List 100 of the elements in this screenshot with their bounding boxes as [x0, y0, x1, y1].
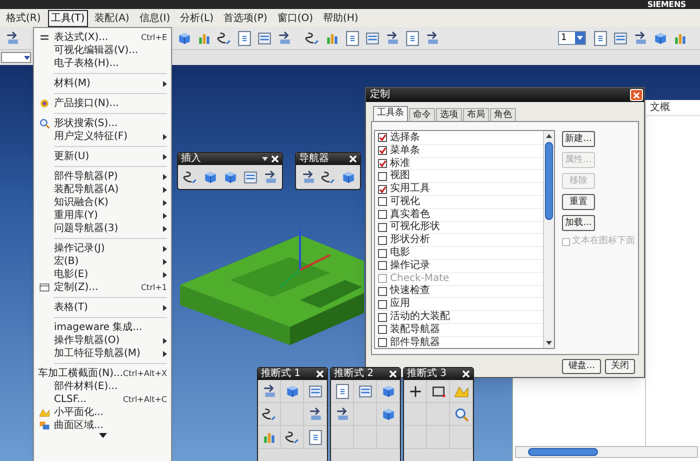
axes-icon — [279, 230, 330, 288]
tab[interactable]: 布局 — [463, 108, 489, 121]
list-item[interactable]: 形状分析 — [375, 234, 543, 248]
checkbox-label: 文本在图标下面 — [572, 236, 635, 247]
menu-item[interactable]: 装配导航器(A) — [34, 183, 171, 196]
list-item[interactable]: 应用 — [375, 298, 543, 312]
menu-item[interactable]: CLSF... Ctrl+Alt+C — [34, 393, 171, 406]
menu-item[interactable]: 分析(L) — [177, 10, 216, 26]
layer-dropdown[interactable]: 1 — [558, 31, 586, 45]
menu-item[interactable]: 操作记录(J) — [34, 242, 171, 255]
list-item-label: 活动的大装配 — [390, 311, 450, 324]
list-item[interactable]: 快速检查 — [375, 286, 543, 298]
menu-item[interactable]: 信息(I) — [136, 10, 174, 26]
scroll-down-arrow-icon[interactable] — [546, 341, 552, 345]
checkbox[interactable] — [378, 338, 387, 348]
close-icon[interactable] — [316, 370, 324, 378]
caret-icon[interactable] — [262, 157, 268, 161]
scrollbar-thumb[interactable] — [545, 142, 553, 220]
menu-item[interactable]: 表格(T) — [34, 301, 171, 314]
list-item[interactable]: 装配导航器 — [375, 324, 543, 337]
list-item[interactable]: 真实着色 — [375, 208, 543, 222]
checkbox[interactable] — [378, 236, 387, 245]
scrollbar-thumb[interactable] — [528, 448, 598, 456]
menu-item[interactable]: 重用库(Y) — [34, 209, 171, 222]
checkbox[interactable] — [378, 146, 387, 156]
horizontal-scrollbar[interactable] — [515, 446, 698, 458]
menu-item[interactable]: 可视化编辑器(V)... — [34, 44, 171, 57]
menu-item[interactable]: 小平面化... — [34, 406, 171, 419]
checkbox[interactable] — [378, 184, 387, 194]
menu-item[interactable]: 形状搜索(S)... — [34, 117, 171, 130]
checkbox[interactable] — [378, 210, 387, 220]
list-item[interactable]: 可视化形状 — [375, 222, 543, 234]
menu-item[interactable]: 宏(B) — [34, 255, 171, 268]
menu-item[interactable]: 表达式(X)... Ctrl+E — [34, 31, 171, 44]
list-item[interactable]: 操作记录 — [375, 260, 543, 273]
menu-item[interactable]: 用户定义特征(F) — [34, 130, 171, 143]
menu-item[interactable]: 更新(U) — [34, 150, 171, 163]
dialog-button[interactable]: 新建... — [562, 131, 595, 147]
tab[interactable]: 工具条 — [373, 106, 408, 121]
checkbox[interactable] — [378, 222, 387, 232]
list-item[interactable]: 可视化 — [375, 196, 543, 209]
close-icon[interactable] — [462, 370, 470, 378]
checkbox[interactable] — [378, 172, 387, 181]
menu-item[interactable]: 产品接口(N)... — [34, 97, 171, 110]
list-item[interactable]: 活动的大装配 — [375, 311, 543, 324]
menu-item[interactable]: 操作导航器(O) — [34, 334, 171, 347]
menu-item[interactable]: 车加工横截面(N)...Ctrl+Alt+X — [34, 367, 171, 380]
tab[interactable]: 角色 — [490, 108, 516, 121]
menu-item[interactable]: 首选项(P) — [220, 10, 270, 26]
list-item[interactable]: 实用工具 — [375, 183, 543, 196]
checkbox[interactable] — [378, 158, 387, 168]
menu-item[interactable]: imageware 集成... — [34, 321, 171, 334]
vertical-scrollbar[interactable] — [543, 131, 554, 348]
checkbox[interactable] — [378, 286, 387, 296]
menu-item[interactable]: 加工特征导航器(M) — [34, 347, 171, 360]
column-header: 文概 — [649, 100, 670, 115]
menu-item[interactable]: 部件导航器(P) — [34, 170, 171, 183]
dialog-button[interactable]: 重置 — [562, 194, 595, 210]
submenu-arrow-icon — [163, 186, 167, 192]
menu-item[interactable]: 电影(E) — [34, 268, 171, 281]
submenu-arrow-icon — [163, 134, 167, 140]
close-icon[interactable] — [389, 370, 397, 378]
close-icon[interactable] — [271, 155, 279, 163]
selection-dropdown[interactable] — [1, 52, 31, 63]
dialog-button[interactable]: 加载... — [562, 215, 595, 231]
menu-item[interactable]: 定制(Z)... Ctrl+1 — [34, 281, 171, 294]
tab[interactable]: 选项 — [436, 108, 462, 121]
tab[interactable]: 命令 — [409, 108, 435, 121]
menu-item[interactable]: 曲面区域... — [34, 419, 171, 432]
scroll-down-arrow-icon[interactable] — [98, 433, 106, 438]
menu-item[interactable]: 装配(A) — [92, 10, 132, 26]
menu-item[interactable]: 问题导航器(3) — [34, 222, 171, 235]
menu-item[interactable]: 部件材料(E)... — [34, 380, 171, 393]
checkbox[interactable] — [378, 300, 387, 309]
sketch-icon — [216, 30, 232, 46]
checkbox[interactable] — [378, 312, 387, 322]
arrow-icon — [384, 30, 400, 46]
menu-item[interactable]: 工具(T) — [48, 10, 88, 26]
menu-item[interactable]: 窗口(O) — [274, 10, 316, 26]
scroll-up-arrow-icon[interactable] — [546, 134, 552, 138]
menu-item[interactable]: 知识融合(K) — [34, 196, 171, 209]
close-button[interactable] — [630, 89, 643, 101]
checkbox[interactable] — [378, 133, 387, 142]
dialog-button[interactable]: 键盘... — [562, 358, 601, 374]
list-item[interactable]: 菜单条 — [375, 144, 543, 158]
menu-item[interactable]: 格式(R) — [3, 10, 44, 26]
list-item[interactable]: 标准 — [375, 158, 543, 170]
menu-item[interactable]: 材料(M) — [34, 77, 171, 90]
shortcut-label: Ctrl+Alt+C — [122, 394, 167, 406]
dialog-button[interactable]: 关闭 — [605, 358, 635, 374]
list-item[interactable]: 选择条 — [375, 132, 543, 145]
checkbox[interactable] — [378, 248, 387, 258]
checkbox[interactable] — [378, 261, 387, 270]
checkbox[interactable] — [378, 197, 387, 206]
menu-item[interactable]: 帮助(H) — [320, 10, 362, 26]
checkbox[interactable] — [378, 325, 387, 334]
close-icon[interactable] — [349, 155, 357, 163]
menu-item[interactable]: 电子表格(H)... — [34, 57, 171, 70]
list-item[interactable]: 视图 — [375, 170, 543, 184]
list-item[interactable]: 电影 — [375, 247, 543, 260]
